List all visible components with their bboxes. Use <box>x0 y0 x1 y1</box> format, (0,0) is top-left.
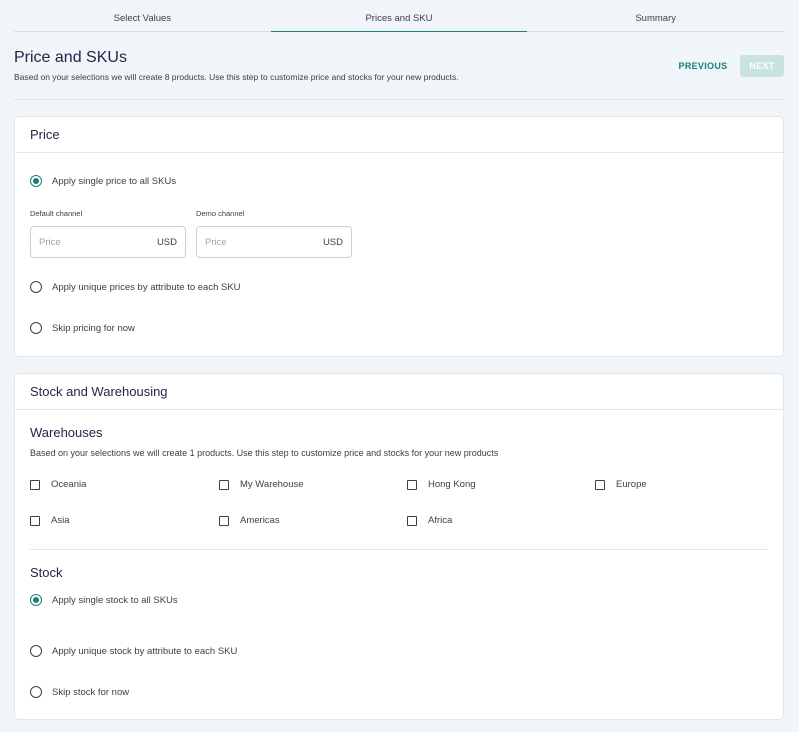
radio-label: Skip pricing for now <box>52 322 135 334</box>
checkbox-icon <box>595 479 605 490</box>
warehouses-title: Warehouses <box>30 425 103 440</box>
stock-title: Stock <box>30 565 63 580</box>
radio-icon <box>30 645 42 657</box>
checkbox-icon <box>407 479 417 490</box>
stock-card-title: Stock and Warehousing <box>15 374 783 410</box>
warehouse-checkbox-oceania[interactable]: Oceania <box>30 479 86 490</box>
page-title: Price and SKUs <box>14 49 127 66</box>
checkbox-label: My Warehouse <box>240 479 304 490</box>
demo-channel-price-field[interactable]: USD <box>196 226 352 258</box>
radio-icon <box>30 322 42 334</box>
demo-channel-label: Demo channel <box>196 209 245 218</box>
section-divider <box>30 549 768 550</box>
radio-icon <box>30 175 42 187</box>
step-select-values[interactable]: Select Values <box>14 0 271 32</box>
checkbox-label: Africa <box>428 515 453 526</box>
warehouse-checkbox-hong-kong[interactable]: Hong Kong <box>407 479 476 490</box>
radio-label: Apply single stock to all SKUs <box>52 594 178 606</box>
checkbox-label: Hong Kong <box>428 479 476 490</box>
radio-single-price[interactable]: Apply single price to all SKUs <box>30 175 176 187</box>
radio-skip-pricing[interactable]: Skip pricing for now <box>30 322 135 334</box>
warehouses-description: Based on your selections we will create … <box>30 448 499 458</box>
warehouse-checkbox-europe[interactable]: Europe <box>595 479 647 490</box>
default-channel-price-input[interactable] <box>39 236 139 248</box>
checkbox-icon <box>30 515 40 526</box>
radio-icon <box>30 594 42 606</box>
page-description: Based on your selections we will create … <box>14 72 459 82</box>
checkbox-icon <box>219 515 229 526</box>
currency-label: USD <box>156 236 177 248</box>
stock-card: Stock and Warehousing Warehouses Based o… <box>14 373 784 720</box>
radio-unique-prices[interactable]: Apply unique prices by attribute to each… <box>30 281 241 293</box>
radio-icon <box>30 281 42 293</box>
checkbox-label: Oceania <box>51 479 87 490</box>
radio-unique-stock[interactable]: Apply unique stock by attribute to each … <box>30 645 237 657</box>
default-channel-price-field[interactable]: USD <box>30 226 186 258</box>
checkbox-icon <box>407 515 417 526</box>
step-prices-and-sku[interactable]: Prices and SKU <box>270 0 528 32</box>
demo-channel-price-input[interactable] <box>205 236 305 248</box>
header-divider <box>14 99 784 100</box>
checkbox-icon <box>219 479 229 490</box>
radio-label: Skip stock for now <box>52 686 130 698</box>
radio-skip-stock[interactable]: Skip stock for now <box>30 686 129 698</box>
warehouse-checkbox-asia[interactable]: Asia <box>30 515 69 526</box>
radio-single-stock[interactable]: Apply single stock to all SKUs <box>30 594 178 606</box>
price-card: Price Apply single price to all SKUs Def… <box>14 116 784 357</box>
radio-icon <box>30 686 42 698</box>
warehouse-checkbox-my-warehouse[interactable]: My Warehouse <box>219 479 304 490</box>
checkbox-label: Americas <box>240 515 280 526</box>
checkbox-icon <box>30 479 40 490</box>
radio-label: Apply unique stock by attribute to each … <box>52 645 238 657</box>
checkbox-label: Asia <box>51 515 70 526</box>
step-summary[interactable]: Summary <box>527 0 785 32</box>
radio-label: Apply single price to all SKUs <box>52 175 177 187</box>
radio-label: Apply unique prices by attribute to each… <box>52 281 241 293</box>
price-card-title: Price <box>15 117 783 153</box>
default-channel-label: Default channel <box>30 209 83 218</box>
warehouse-checkbox-africa[interactable]: Africa <box>407 515 452 526</box>
warehouse-checkbox-americas[interactable]: Americas <box>219 515 280 526</box>
next-button[interactable]: NEXT <box>740 55 784 77</box>
previous-button[interactable]: PREVIOUS <box>672 55 734 77</box>
currency-label: USD <box>322 236 343 248</box>
checkbox-label: Europe <box>616 479 647 490</box>
stepper: Select Values Prices and SKU Summary <box>14 0 785 32</box>
